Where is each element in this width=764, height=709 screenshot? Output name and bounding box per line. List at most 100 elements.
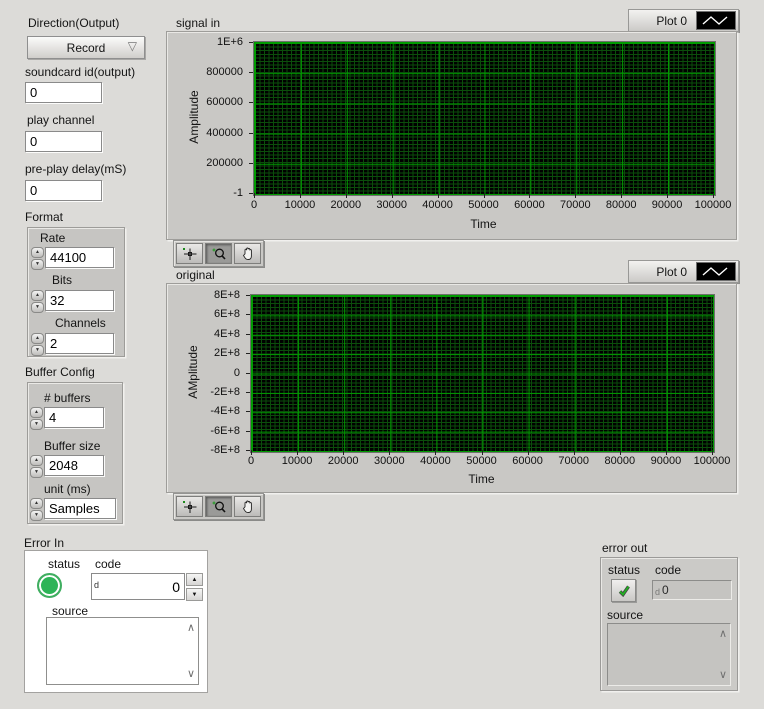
rate-spinner[interactable]: ▲ ▼ — [31, 247, 44, 270]
x-tick-label: 30000 — [374, 455, 405, 467]
soundcard-id-field[interactable]: 0 — [25, 82, 102, 103]
x-tick-mark — [300, 193, 301, 198]
y-axis[interactable]: 8E+86E+84E+82E+80-2E+8-4E+8-6E+8-8E+8 — [167, 295, 245, 450]
x-tick-label: 100000 — [694, 455, 731, 467]
x-tick-label: 20000 — [331, 199, 362, 211]
decrement-icon[interactable]: ▼ — [30, 510, 43, 521]
increment-icon[interactable]: ▲ — [31, 247, 44, 258]
graph-palette-signal-in — [173, 240, 264, 267]
cursor-tool-button[interactable] — [176, 243, 203, 264]
increment-icon[interactable]: ▲ — [31, 333, 44, 344]
x-tick-label: 40000 — [420, 455, 451, 467]
error-in-code-field[interactable]: d 0 — [91, 573, 185, 600]
rate-field[interactable]: 44100 — [45, 247, 114, 268]
increment-icon[interactable]: ▲ — [186, 573, 203, 586]
play-channel-field[interactable]: 0 — [25, 131, 102, 152]
x-tick-label: 40000 — [422, 199, 453, 211]
error-in-code-spinner[interactable]: ▲ ▼ — [186, 573, 203, 601]
rate-label: Rate — [40, 231, 65, 245]
y-tick-label: 8E+8 — [214, 289, 240, 301]
x-tick-label: 80000 — [606, 199, 637, 211]
y-tick-label: 6E+8 — [214, 308, 240, 320]
plot-area[interactable] — [251, 295, 714, 452]
preplay-delay-field[interactable]: 0 — [25, 180, 102, 201]
direction-dropdown[interactable]: Record ▽ — [27, 36, 145, 59]
y-tick-label: -1 — [233, 187, 243, 199]
scroll-down-icon[interactable]: ∨ — [187, 669, 195, 679]
channels-field[interactable]: 2 — [45, 333, 114, 354]
plot-legend-signal-in[interactable]: Plot 0 — [628, 9, 739, 32]
cursor-tool-button[interactable] — [176, 496, 203, 517]
x-axis[interactable]: 0100002000030000400005000060000700008000… — [251, 455, 712, 469]
pan-tool-button[interactable] — [234, 243, 261, 264]
plot-line-sample-icon[interactable] — [696, 11, 736, 30]
x-axis[interactable]: 0100002000030000400005000060000700008000… — [254, 199, 713, 213]
error-in-source-label: source — [52, 604, 88, 618]
waveform-graph-signal-in: Amplitude 1E+6800000600000400000200000-1… — [166, 31, 737, 240]
buffer-size-field[interactable]: 2048 — [44, 455, 104, 476]
radix-indicator[interactable]: d — [92, 574, 101, 590]
graph-title-signal-in: signal in — [176, 16, 220, 30]
x-tick-label: 70000 — [558, 455, 589, 467]
plot-line-sample-icon[interactable] — [696, 262, 736, 281]
y-tick-label: -2E+8 — [210, 386, 240, 398]
chevron-down-icon[interactable]: ▽ — [128, 39, 137, 53]
buffer-size-label: Buffer size — [44, 439, 100, 453]
y-tick-label: 1E+6 — [217, 36, 243, 48]
direction-label: Direction(Output) — [28, 16, 119, 30]
scroll-up-icon[interactable]: ∧ — [719, 629, 727, 639]
unit-label: unit (ms) — [44, 482, 91, 496]
increment-icon[interactable]: ▲ — [30, 498, 43, 509]
plot-legend-original[interactable]: Plot 0 — [628, 260, 739, 283]
bits-spinner[interactable]: ▲ ▼ — [31, 290, 44, 313]
x-tick-label: 60000 — [512, 455, 543, 467]
num-buffers-spinner[interactable]: ▲ ▼ — [30, 407, 43, 430]
scroll-up-icon[interactable]: ∧ — [187, 623, 195, 633]
decrement-icon[interactable]: ▼ — [186, 588, 203, 601]
scroll-down-icon[interactable]: ∨ — [719, 670, 727, 680]
play-channel-label: play channel — [27, 113, 94, 127]
decrement-icon[interactable]: ▼ — [30, 467, 43, 478]
decrement-icon[interactable]: ▼ — [31, 302, 44, 313]
num-buffers-field[interactable]: 4 — [44, 407, 104, 428]
x-tick-label: 30000 — [376, 199, 407, 211]
pan-tool-button[interactable] — [234, 496, 261, 517]
increment-icon[interactable]: ▲ — [31, 290, 44, 301]
bits-label: Bits — [52, 273, 72, 287]
graph-palette-original — [173, 493, 264, 520]
y-tick-label: 0 — [234, 367, 240, 379]
bits-field[interactable]: 32 — [45, 290, 114, 311]
x-tick-label: 80000 — [605, 455, 636, 467]
x-tick-label: 0 — [251, 199, 257, 211]
channels-spinner[interactable]: ▲ ▼ — [31, 333, 44, 356]
legend-plot-label: Plot 0 — [656, 14, 687, 28]
increment-icon[interactable]: ▲ — [30, 407, 43, 418]
x-tick-label: 60000 — [514, 199, 545, 211]
x-tick-mark — [484, 193, 485, 198]
zoom-tool-button[interactable] — [205, 243, 232, 264]
x-tick-label: 90000 — [652, 199, 683, 211]
soundcard-id-label: soundcard id(output) — [25, 65, 135, 79]
x-tick-mark — [529, 193, 530, 198]
decrement-icon[interactable]: ▼ — [31, 345, 44, 356]
y-tick-label: -6E+8 — [210, 425, 240, 437]
decrement-icon[interactable]: ▼ — [30, 419, 43, 430]
zoom-tool-button[interactable] — [205, 496, 232, 517]
unit-spinner[interactable]: ▲ ▼ — [30, 498, 43, 521]
x-tick-label: 10000 — [282, 455, 313, 467]
x-tick-label: 0 — [248, 455, 254, 467]
y-tick-label: 200000 — [206, 157, 243, 169]
increment-icon[interactable]: ▲ — [30, 455, 43, 466]
buffer-size-spinner[interactable]: ▲ ▼ — [30, 455, 43, 478]
y-axis[interactable]: 1E+6800000600000400000200000-1 — [167, 42, 248, 193]
status-check-button — [611, 579, 636, 602]
unit-field[interactable]: Samples — [44, 498, 116, 519]
status-led[interactable] — [37, 573, 62, 598]
x-tick-label: 100000 — [695, 199, 732, 211]
error-in-label: Error In — [24, 536, 64, 550]
x-tick-label: 50000 — [466, 455, 497, 467]
plot-area[interactable] — [254, 42, 715, 195]
error-in-source-box[interactable]: ∧ ∨ — [46, 617, 199, 685]
x-tick-mark — [254, 193, 255, 198]
decrement-icon[interactable]: ▼ — [31, 259, 44, 270]
